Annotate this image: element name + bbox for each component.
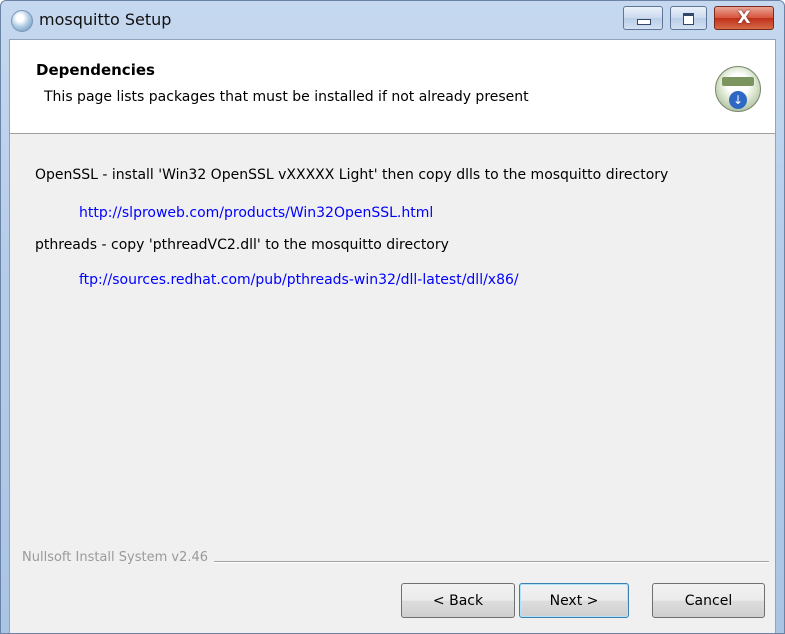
pthreads-instruction: pthreads - copy 'pthreadVC2.dll' to the … [35, 237, 449, 253]
next-button[interactable]: Next > [519, 583, 629, 618]
globe-band [722, 77, 754, 86]
openssl-link[interactable]: http://slproweb.com/products/Win32OpenSS… [79, 205, 433, 221]
pthreads-link[interactable]: ftp://sources.redhat.com/pub/pthreads-wi… [79, 272, 519, 288]
back-button[interactable]: < Back [401, 583, 515, 618]
maximize-button[interactable] [670, 6, 707, 30]
minimize-button[interactable] [623, 6, 663, 30]
close-button[interactable]: X [714, 6, 774, 30]
app-icon [11, 10, 33, 32]
download-arrow-icon: ↓ [729, 91, 747, 109]
title-bar[interactable]: mosquitto Setup X [1, 1, 784, 39]
minimize-icon [637, 19, 651, 25]
page-title: Dependencies [36, 61, 155, 79]
cancel-button[interactable]: Cancel [652, 583, 765, 618]
page-subtitle: This page lists packages that must be in… [44, 89, 529, 105]
maximize-icon [683, 13, 694, 25]
window-title: mosquitto Setup [39, 10, 172, 29]
branding-text: Nullsoft Install System v2.46 [22, 550, 215, 565]
close-icon: X [737, 8, 751, 28]
installer-globe-icon: ↓ [715, 66, 761, 112]
dialog-client-area: Dependencies This page lists packages th… [9, 39, 776, 633]
setup-window: mosquitto Setup X Dependencies This page… [0, 0, 785, 634]
openssl-instruction: OpenSSL - install 'Win32 OpenSSL vXXXXX … [35, 167, 669, 183]
page-header: Dependencies This page lists packages th… [10, 40, 775, 134]
